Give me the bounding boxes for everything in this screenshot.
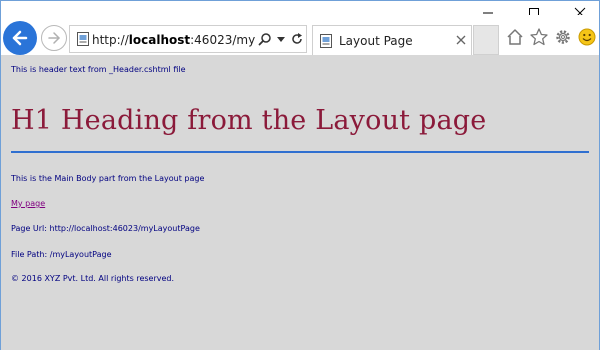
file-path-text: File Path: /myLayoutPage <box>11 250 112 259</box>
tab-title: Layout Page <box>339 34 413 48</box>
header-text: This is header text from _Header.cshtml … <box>11 65 186 74</box>
new-tab-button[interactable] <box>473 25 499 55</box>
page-url-text: Page Url: http://localhost:46023/myLayou… <box>11 224 200 233</box>
page-icon <box>77 32 89 46</box>
gear-icon[interactable] <box>553 27 573 47</box>
refresh-icon[interactable] <box>290 32 304 46</box>
main-body-text: This is the Main Body part from the Layo… <box>11 174 205 183</box>
smiley-icon[interactable] <box>577 27 597 47</box>
back-arrow-icon <box>12 30 28 46</box>
address-bar[interactable]: http://localhost:46023/myLayout <box>69 25 307 53</box>
heading-divider <box>11 151 589 153</box>
page-heading: H1 Heading from the Layout page <box>11 105 487 136</box>
tab-close-icon[interactable] <box>455 34 467 46</box>
tab-layout-page[interactable]: Layout Page <box>312 25 472 55</box>
page-content: This is header text from _Header.cshtml … <box>1 55 599 350</box>
tab-page-icon <box>320 34 332 48</box>
search-icon[interactable] <box>258 32 272 46</box>
footer-copyright: © 2016 XYZ Pvt. Ltd. All rights reserved… <box>11 274 175 283</box>
dropdown-icon[interactable] <box>276 32 286 46</box>
browser-window: http://localhost:46023/myLayout Layout P… <box>0 0 600 350</box>
url-rest: :46023/myLayout <box>190 33 256 47</box>
url-scheme: http:// <box>92 33 129 47</box>
home-icon[interactable] <box>505 27 525 47</box>
url-text[interactable]: http://localhost:46023/myLayout <box>92 31 256 49</box>
url-host: localhost <box>128 33 191 47</box>
navigation-bar: http://localhost:46023/myLayout Layout P… <box>1 15 599 55</box>
forward-button[interactable] <box>41 25 67 51</box>
back-button[interactable] <box>3 21 37 55</box>
star-icon[interactable] <box>529 27 549 47</box>
my-page-link[interactable]: My page <box>11 199 45 208</box>
forward-arrow-icon <box>48 32 60 44</box>
